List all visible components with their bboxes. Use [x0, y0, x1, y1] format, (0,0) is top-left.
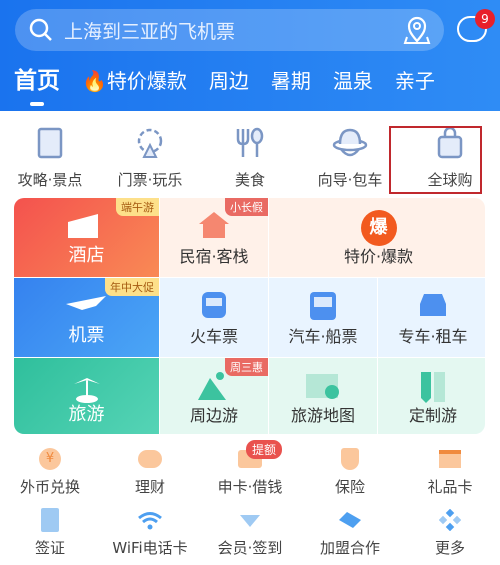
ruler-pen-icon	[421, 372, 445, 403]
tab-home[interactable]: 首页	[14, 64, 60, 106]
grid-label: 旅游地图	[290, 406, 355, 425]
promo-tag: 周三惠	[225, 358, 268, 376]
service-label: 申卡·借钱	[217, 478, 283, 496]
yuan-coin-icon: ¥	[39, 448, 61, 470]
message-badge: 9	[475, 9, 495, 29]
grid-label: 汽车·船票	[288, 327, 358, 346]
grid-label: 专车·租车	[398, 327, 468, 346]
passport-icon	[41, 508, 59, 532]
grid-label: 火车票	[189, 327, 238, 346]
tab-nearby[interactable]: 周边	[209, 64, 249, 98]
ferris-wheel-icon	[137, 128, 163, 158]
grid-label: 特价·爆款	[343, 247, 414, 266]
grid-bus-ship[interactable]: 汽车·船票	[269, 278, 377, 357]
quick-guide[interactable]: 攻略·景点	[0, 125, 100, 190]
plane-icon	[65, 296, 106, 310]
hot-deal-icon: 爆	[360, 210, 397, 246]
hotel-icon	[67, 214, 98, 238]
service-wifi[interactable]: WiFi电话卡	[100, 507, 200, 558]
handshake-icon	[339, 512, 361, 528]
train-icon	[202, 292, 226, 318]
service-label: WiFi电话卡	[112, 539, 188, 557]
service-member[interactable]: 会员·签到	[200, 507, 300, 558]
quick-label: 美食	[234, 171, 265, 189]
gift-icon	[439, 450, 461, 468]
grid-train[interactable]: 火车票	[160, 278, 268, 357]
shield-icon	[341, 448, 359, 470]
grid-label: 机票	[68, 325, 105, 346]
grid-travel[interactable]: 旅游	[14, 358, 159, 434]
quick-label: 攻略·景点	[17, 171, 83, 189]
book-icon	[37, 127, 63, 159]
tab-label: 特价爆款	[106, 69, 187, 93]
service-currency[interactable]: ¥ 外币兑换	[0, 446, 100, 497]
header: 上海到三亚的飞机票 9 首页 🔥特价爆款 周边 暑期 温泉 亲子	[0, 0, 500, 111]
service-label: 保险	[334, 478, 365, 496]
grid-label: 民宿·客栈	[179, 247, 249, 266]
palm-tree-icon	[73, 378, 100, 403]
quick-label: 门票·玩乐	[117, 171, 183, 189]
fire-icon: 🔥	[82, 69, 107, 93]
quick-local-guide[interactable]: 向导·包车	[300, 125, 400, 190]
guide-hat-icon	[332, 128, 368, 157]
grid-homestay[interactable]: 小长假 民宿·客栈	[160, 198, 268, 277]
grid-hot-deals[interactable]: 爆 特价·爆款	[269, 198, 485, 277]
quick-label: 向导·包车	[317, 171, 383, 189]
highlight-box	[389, 126, 482, 194]
grid-custom-travel[interactable]: 定制游	[378, 358, 485, 434]
tab-summer[interactable]: 暑期	[271, 64, 311, 98]
diamond-icon	[240, 515, 260, 527]
promo-tag: 提额	[246, 440, 283, 459]
tab-hotspring[interactable]: 温泉	[333, 64, 373, 98]
mountain-icon	[198, 372, 226, 400]
service-finance[interactable]: 理财	[100, 446, 200, 497]
service-label: 会员·签到	[217, 539, 283, 557]
grid-label: 酒店	[68, 245, 105, 266]
search-placeholder: 上海到三亚的飞机票	[64, 20, 236, 43]
services-row-1: ¥ 外币兑换 理财 申卡·借钱 保险 礼品卡 提额	[0, 440, 500, 497]
more-icon	[439, 509, 461, 531]
service-label: 礼品卡	[427, 478, 473, 496]
quick-tickets[interactable]: 门票·玩乐	[100, 125, 200, 190]
service-partner[interactable]: 加盟合作	[300, 507, 400, 558]
main-service-grid: 端午游 酒店 小长假 民宿·客栈 爆 特价·爆款 年中大促 机票 火车票 汽车·…	[14, 198, 485, 434]
services-row-2: 签证 WiFi电话卡 会员·签到 加盟合作 更多	[0, 507, 500, 558]
grid-label: 定制游	[408, 406, 457, 425]
service-label: 签证	[34, 539, 65, 557]
tab-bar: 首页 🔥特价爆款 周边 暑期 温泉 亲子	[14, 64, 435, 106]
piggy-bank-icon	[138, 450, 162, 468]
grid-nearby-travel[interactable]: 周三惠周边游	[160, 358, 268, 434]
service-label: 理财	[134, 478, 165, 496]
search-icon	[29, 18, 52, 41]
location-icon[interactable]	[403, 15, 431, 45]
search-bar[interactable]: 上海到三亚的飞机票	[15, 9, 444, 51]
service-more[interactable]: 更多	[400, 507, 500, 558]
car-icon	[420, 294, 446, 316]
grid-hotel[interactable]: 端午游 酒店	[14, 198, 159, 277]
service-label: 外币兑换	[19, 478, 80, 496]
grid-flights[interactable]: 年中大促 机票	[14, 278, 159, 357]
wifi-icon	[138, 512, 162, 530]
service-label: 加盟合作	[319, 539, 380, 557]
service-visa[interactable]: 签证	[0, 507, 100, 558]
promo-tag: 端午游	[116, 198, 159, 216]
bus-icon	[310, 292, 336, 320]
tab-deals[interactable]: 🔥特价爆款	[82, 64, 187, 98]
grid-travel-map[interactable]: 旅游地图	[269, 358, 377, 434]
tab-family[interactable]: 亲子	[395, 64, 435, 98]
grid-car-rental[interactable]: 专车·租车	[378, 278, 485, 357]
promo-tag: 小长假	[225, 198, 268, 216]
house-icon	[199, 212, 229, 238]
fork-spoon-icon	[236, 127, 264, 157]
map-icon	[306, 374, 339, 399]
service-label: 更多	[434, 539, 465, 557]
service-gift-card[interactable]: 礼品卡	[400, 446, 500, 497]
service-insurance[interactable]: 保险	[300, 446, 400, 497]
quick-food[interactable]: 美食	[200, 125, 300, 190]
promo-tag: 年中大促	[105, 278, 159, 296]
grid-label: 周边游	[189, 406, 238, 425]
